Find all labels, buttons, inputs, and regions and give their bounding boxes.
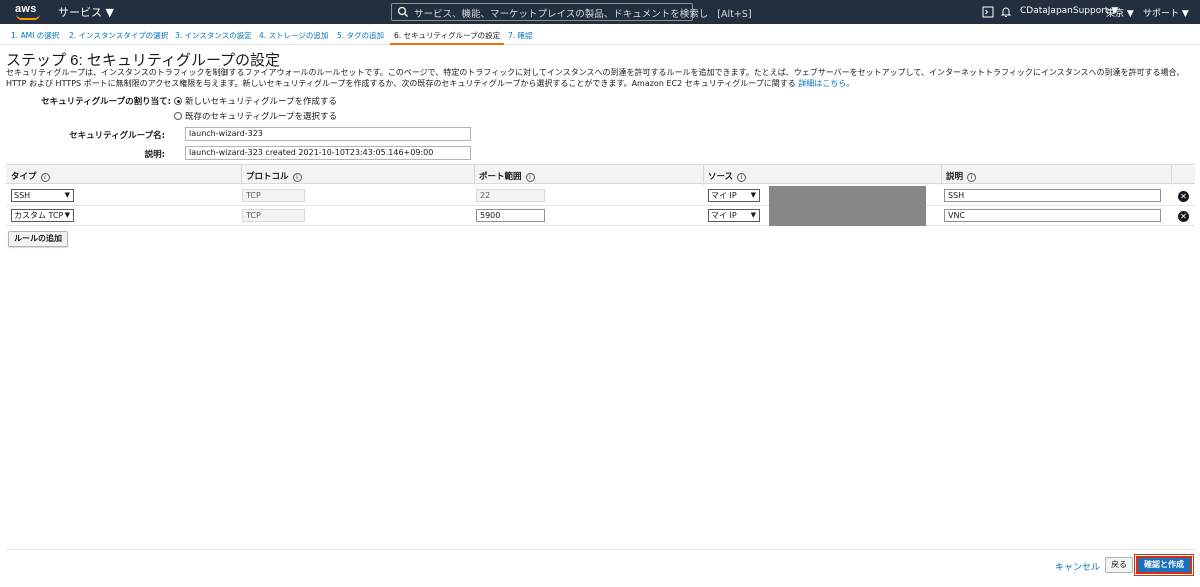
- header-type: タイプ i: [11, 170, 50, 182]
- info-icon: i: [525, 173, 535, 182]
- table-row: カスタム TCP ▼ TCP 5900 マイ IP ▼ VNC ✕: [6, 206, 1195, 226]
- radio-unselected-icon: [174, 112, 182, 120]
- search-shortcut: [Alt+S]: [717, 9, 752, 20]
- step-security-group[interactable]: 6. セキュリティグループの設定: [389, 30, 505, 45]
- intro-text: セキュリティグループは、インスタンスのトラフィックを制御するファイアウォールのル…: [6, 67, 1196, 89]
- cloudshell-icon[interactable]: [982, 6, 994, 18]
- top-navigation-bar: aws サービス ▼ サービス、機能、マーケットプレイスの製品、ドキュメントを検…: [0, 0, 1200, 24]
- step-instance-type[interactable]: 2. インスタンスタイプの選択: [69, 30, 168, 41]
- remove-rule-icon[interactable]: ✕: [1178, 191, 1189, 202]
- header-description: 説明 i: [946, 170, 977, 182]
- column-divider: [703, 165, 704, 185]
- support-menu[interactable]: サポート ▼: [1143, 6, 1189, 19]
- table-header: タイプ i プロトコル i ポート範囲 i ソース i 説明 i: [6, 164, 1195, 185]
- info-icon: i: [737, 173, 747, 182]
- column-divider: [474, 165, 475, 185]
- table-row: SSH ▼ TCP 22 マイ IP ▼ SSH ✕: [6, 186, 1195, 206]
- step-review[interactable]: 7. 確認: [508, 30, 533, 41]
- account-menu[interactable]: CDataJapanSupport ▼: [1020, 6, 1118, 16]
- region-menu[interactable]: 東京 ▼: [1106, 6, 1134, 19]
- aws-logo[interactable]: aws: [12, 2, 46, 22]
- description-input[interactable]: launch-wizard-323 created 2021-10-10T23:…: [185, 146, 471, 160]
- services-menu[interactable]: サービス ▼: [58, 4, 114, 20]
- info-icon: i: [40, 173, 50, 182]
- group-name-label: セキュリティグループ名:: [69, 131, 165, 141]
- port-readonly: 22: [476, 189, 545, 202]
- bell-icon[interactable]: [1000, 6, 1012, 18]
- source-select[interactable]: マイ IP ▼: [708, 189, 760, 202]
- cancel-link[interactable]: キャンセル: [1055, 560, 1100, 573]
- header-source: ソース i: [708, 170, 747, 182]
- step-add-tags[interactable]: 5. タグの追加: [337, 30, 384, 41]
- intro-body: セキュリティグループは、インスタンスのトラフィックを制御するファイアウォールのル…: [6, 68, 1185, 88]
- search-placeholder: サービス、機能、マーケットプレイスの製品、ドキュメントを検索し [Alt+S]: [414, 9, 752, 20]
- column-divider: [1171, 165, 1172, 185]
- info-icon: i: [292, 173, 302, 182]
- column-divider: [241, 165, 242, 185]
- masked-ip: [769, 206, 926, 226]
- header-port-range: ポート範囲 i: [479, 170, 535, 182]
- column-divider: [941, 165, 942, 185]
- type-select[interactable]: カスタム TCP ▼: [11, 209, 74, 222]
- search-input[interactable]: サービス、機能、マーケットプレイスの製品、ドキュメントを検索し [Alt+S]: [391, 3, 752, 21]
- review-and-launch-button[interactable]: 確認と作成: [1134, 554, 1194, 576]
- radio-create-new-label: 新しいセキュリティグループを作成する: [185, 97, 337, 107]
- aws-smile-icon: [16, 14, 40, 20]
- chevron-down-icon: ▼: [64, 191, 70, 199]
- source-select[interactable]: マイ IP ▼: [708, 209, 760, 222]
- chevron-down-icon: ▼: [750, 191, 756, 199]
- step-configure-instance[interactable]: 3. インスタンスの設定: [175, 30, 252, 41]
- step-ami[interactable]: 1. AMI の選択: [11, 30, 59, 41]
- back-button[interactable]: 戻る: [1105, 557, 1133, 573]
- rule-description-input[interactable]: SSH: [944, 189, 1161, 202]
- footer: キャンセル 戻る 確認と作成: [6, 549, 1195, 587]
- protocol-readonly: TCP: [242, 189, 305, 202]
- info-icon: i: [967, 173, 977, 182]
- protocol-readonly: TCP: [242, 209, 305, 222]
- group-name-input[interactable]: launch-wizard-323: [185, 127, 471, 141]
- wizard-steps: 1. AMI の選択 2. インスタンスタイプの選択 3. インスタンスの設定 …: [0, 24, 1200, 45]
- radio-create-new[interactable]: 新しいセキュリティグループを作成する: [174, 95, 337, 107]
- header-protocol: プロトコル i: [246, 170, 302, 182]
- radio-select-existing-label: 既存のセキュリティグループを選択する: [185, 112, 337, 122]
- radio-select-existing[interactable]: 既存のセキュリティグループを選択する: [174, 110, 337, 122]
- remove-rule-icon[interactable]: ✕: [1178, 211, 1189, 222]
- description-label: 説明:: [144, 150, 165, 160]
- type-select[interactable]: SSH ▼: [11, 189, 74, 202]
- chevron-down-icon: ▼: [750, 211, 756, 219]
- masked-ip: [769, 186, 926, 206]
- learn-more-link[interactable]: 詳細はこちら。: [798, 79, 854, 88]
- step-add-storage[interactable]: 4. ストレージの追加: [259, 30, 328, 41]
- search-icon: [397, 6, 408, 17]
- chevron-down-icon: ▼: [64, 211, 70, 219]
- port-input[interactable]: 5900: [476, 209, 545, 222]
- rule-description-input[interactable]: VNC: [944, 209, 1161, 222]
- add-rule-button[interactable]: ルールの追加: [8, 231, 68, 247]
- assign-label: セキュリティグループの割り当て:: [41, 97, 171, 107]
- radio-selected-icon: [174, 97, 182, 105]
